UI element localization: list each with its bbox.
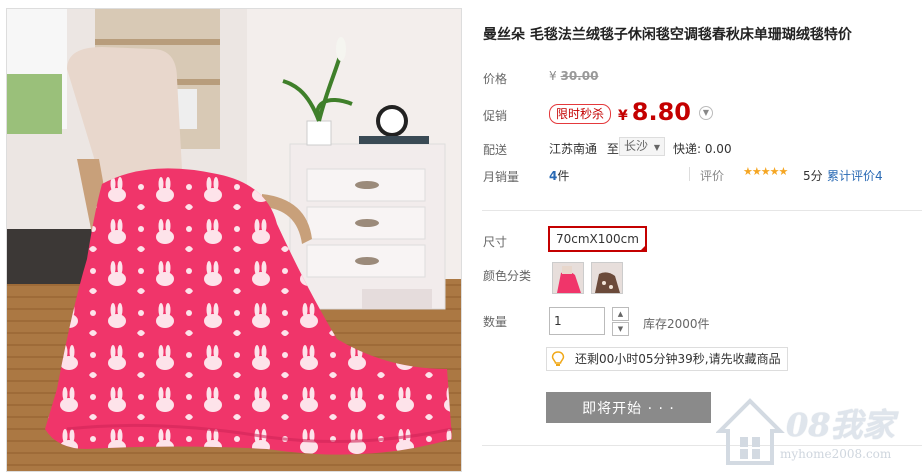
color-swatch[interactable] xyxy=(552,262,584,294)
quantity-input[interactable] xyxy=(549,307,605,335)
rating-score: 5分 xyxy=(803,169,823,183)
ship-from: 江苏南通 至 xyxy=(549,140,619,157)
caret-up-icon[interactable]: ▲ xyxy=(612,307,629,321)
flash-sale-badge: 限时秒杀 xyxy=(549,104,612,124)
section-divider xyxy=(482,210,922,211)
coming-soon-button[interactable]: 即将开始 · · · xyxy=(546,392,711,423)
chevron-down-icon[interactable]: ▼ xyxy=(699,106,713,120)
sale-price-value: 8.80 xyxy=(631,98,691,126)
price-label: 价格 xyxy=(483,72,508,86)
monthly-sales: 4件 xyxy=(549,167,569,184)
product-title: 曼丝朵 毛毯法兰绒毯子休闲毯空调毯春秋床单珊瑚绒毯特价 xyxy=(483,27,852,43)
watermark-site: myhome2008.com xyxy=(780,447,892,461)
countdown-notice: 还剩00小时05分钟39秒,请先收藏商品 xyxy=(546,347,788,371)
chevron-down-icon: ▼ xyxy=(653,143,660,152)
ship-from-city: 江苏南通 xyxy=(549,142,598,156)
product-main-image[interactable] xyxy=(6,8,462,472)
ship-to-word: 至 xyxy=(606,142,619,156)
selected-check-icon xyxy=(638,244,647,252)
size-option-label: 70cmX100cm xyxy=(556,232,639,246)
shipping-fee: 快递: 0.00 xyxy=(673,142,732,156)
divider xyxy=(689,167,690,181)
review-count-link[interactable]: 累计评价4 xyxy=(827,167,883,184)
caret-down-icon[interactable]: ▼ xyxy=(612,322,629,336)
countdown-text: 还剩00小时05分钟39秒,请先收藏商品 xyxy=(575,352,781,366)
lightbulb-icon xyxy=(551,351,565,366)
size-label: 尺寸 xyxy=(483,235,508,249)
monthly-sales-label: 月销量 xyxy=(483,170,520,184)
sales-unit: 件 xyxy=(557,169,570,183)
color-label: 颜色分类 xyxy=(483,269,532,283)
original-price: ¥ 30.00 xyxy=(549,69,598,83)
size-option[interactable]: 70cmX100cm xyxy=(548,226,647,252)
original-price-value: 30.00 xyxy=(560,69,599,83)
stock-count: 库存2000件 xyxy=(643,317,710,331)
watermark-brand: 08我家 xyxy=(786,406,895,444)
star-rating-icon: ★★★★★ xyxy=(743,165,788,178)
quantity-label: 数量 xyxy=(483,315,508,329)
sale-currency: ¥ xyxy=(618,108,628,124)
ship-to-city: 长沙 xyxy=(624,139,649,153)
shipping-label: 配送 xyxy=(483,143,508,157)
sale-price: ¥8.80 xyxy=(618,98,691,126)
color-swatch[interactable] xyxy=(591,262,623,294)
rating-label: 评价 xyxy=(700,169,725,183)
ship-to-select[interactable]: 长沙 ▼ xyxy=(619,137,665,156)
original-currency: ¥ xyxy=(549,69,557,83)
promo-label: 促销 xyxy=(483,109,508,123)
